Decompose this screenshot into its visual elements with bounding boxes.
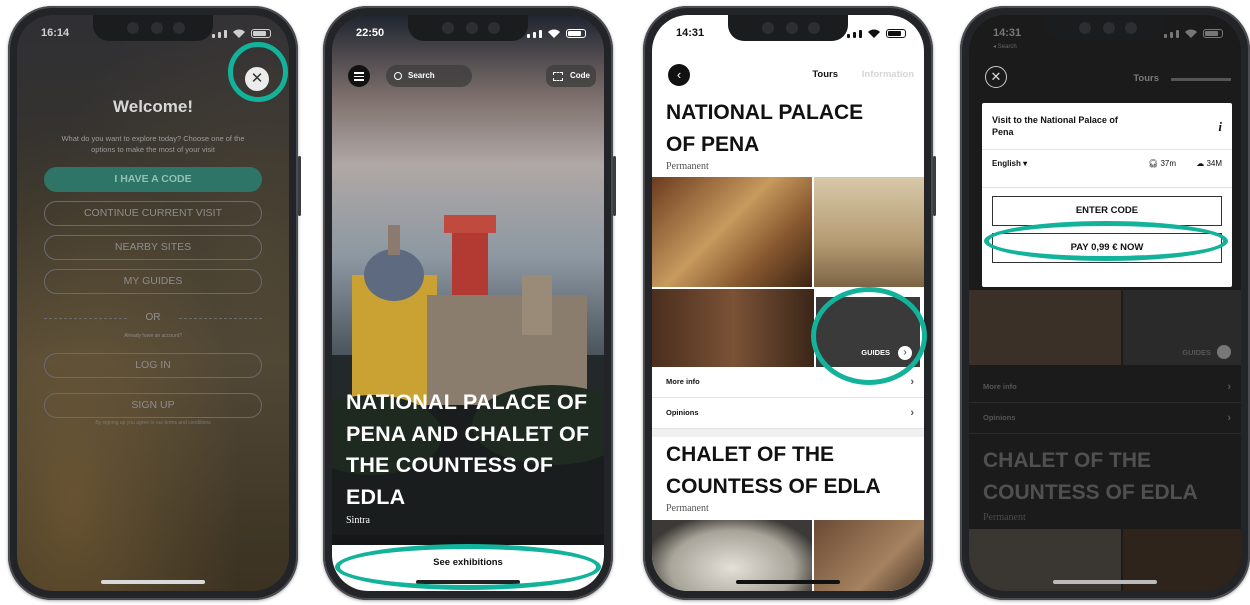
more-info-label: More info — [666, 377, 700, 386]
my-guides-button[interactable]: MY GUIDES — [44, 269, 262, 294]
opinions-row: Opinions › — [969, 403, 1241, 434]
status-time: 14:31 — [993, 27, 1022, 39]
phone-site: 22:50 Search Code NATIONAL PALACE OF PEN… — [323, 6, 616, 600]
signup-button[interactable]: SIGN UP — [44, 393, 262, 418]
exhibit-title-pena: NATIONAL PALACE OF PENA — [666, 101, 864, 156]
scan-icon — [553, 72, 563, 81]
dimmed-photo — [969, 290, 1121, 365]
photo-corridor — [814, 177, 924, 287]
duration-value: 37m — [1160, 159, 1176, 168]
photo-kitchen — [652, 177, 812, 287]
tab-information[interactable]: Information — [862, 69, 914, 80]
phone-welcome: 16:14 ✕ Welcome! What do you want to exp… — [8, 6, 301, 600]
home-indicator — [736, 580, 840, 584]
status-time: 16:14 — [41, 27, 70, 39]
continue-visit-button[interactable]: CONTINUE CURRENT VISIT — [44, 201, 262, 226]
i-have-a-code-button[interactable]: I HAVE A CODE — [44, 167, 262, 192]
tab-tours[interactable]: Tours — [1133, 73, 1159, 84]
login-button[interactable]: LOG IN — [44, 353, 262, 378]
language-select[interactable]: English ▾ — [992, 159, 1027, 168]
menu-icon[interactable] — [348, 65, 370, 87]
more-info-row: More info › — [969, 372, 1241, 403]
home-indicator — [101, 580, 205, 584]
search-label: Search — [408, 71, 435, 80]
account-prompt: Already have an account? — [124, 333, 182, 339]
welcome-screen: 16:14 ✕ Welcome! What do you want to exp… — [17, 15, 289, 591]
search-button[interactable]: Search — [386, 65, 472, 87]
opinions-label: Opinions — [983, 413, 1016, 422]
opinions-label: Opinions — [666, 408, 699, 417]
highlight-ring — [335, 544, 601, 590]
tab-indicator — [1171, 78, 1231, 81]
language-value: English — [992, 159, 1021, 168]
exhibit-title-chalet: CHALET OF THE COUNTESS OF EDLA — [666, 443, 881, 498]
opinions-row[interactable]: Opinions › — [652, 398, 924, 429]
chevron-right-icon: › — [910, 407, 914, 419]
site-screen: 22:50 Search Code NATIONAL PALACE OF PEN… — [332, 15, 604, 591]
headphones-icon: 🎧︎ — [1148, 159, 1159, 168]
notch — [1045, 15, 1165, 41]
chevron-right-icon — [1217, 345, 1231, 359]
phone-guide-purchase: 14:31 ◂ Search ✕ Tours Visit to the Nati… — [960, 6, 1250, 600]
section-divider — [652, 429, 924, 437]
site-location: Sintra — [346, 515, 370, 526]
back-to-search[interactable]: ◂ Search — [993, 43, 1017, 50]
visit-name: Visit to the National Palace of Pena — [992, 115, 1118, 137]
size-value: 34M — [1206, 159, 1222, 168]
download-size: ☁︎ 34M — [1196, 159, 1222, 168]
code-label: Code — [570, 71, 590, 80]
highlight-ring — [984, 221, 1228, 261]
chevron-right-icon: › — [1227, 381, 1231, 393]
status-time: 14:31 — [676, 27, 705, 39]
exhibit-type: Permanent — [666, 503, 709, 514]
photo-room — [652, 289, 814, 367]
exhibit-type: Permanent — [983, 512, 1026, 523]
close-icon[interactable]: ✕ — [985, 66, 1007, 88]
search-icon — [394, 72, 402, 80]
exhibit-type: Permanent — [666, 161, 709, 172]
code-scan-button[interactable]: Code — [546, 65, 596, 87]
highlight-ring — [811, 287, 927, 385]
site-title: NATIONAL PALACE OF PENA AND CHALET OF TH… — [346, 390, 590, 509]
chevron-down-icon: ▾ — [1023, 159, 1028, 168]
more-info-label: More info — [983, 382, 1017, 391]
cloud-download-icon: ☁︎ — [1196, 159, 1205, 168]
tab-tours[interactable]: Tours — [812, 69, 838, 80]
highlight-ring — [228, 42, 288, 102]
terms-text: By signing up you agree to our terms and… — [95, 420, 211, 426]
audio-duration: 🎧︎ 37m — [1148, 159, 1176, 168]
chevron-right-icon: › — [1227, 412, 1231, 424]
back-icon[interactable]: ‹ — [668, 64, 690, 86]
or-divider: OR — [44, 312, 263, 323]
welcome-subtitle: What do you want to explore today? Choos… — [61, 134, 245, 154]
home-indicator — [1053, 580, 1157, 584]
guide-purchase-screen: 14:31 ◂ Search ✕ Tours Visit to the Nati… — [969, 15, 1241, 591]
phone-exhibitions: 14:31 ‹ Tours Information NATIONAL PALAC… — [643, 6, 936, 600]
guides-label: GUIDES — [1182, 348, 1211, 357]
notch — [93, 15, 213, 41]
chevron-right-icon: › — [910, 376, 914, 388]
status-time: 22:50 — [356, 27, 385, 39]
notch — [728, 15, 848, 41]
nearby-sites-button[interactable]: NEARBY SITES — [44, 235, 262, 260]
notch — [408, 15, 528, 41]
exhibit-title-chalet: CHALET OF THE COUNTESS OF EDLA — [983, 449, 1198, 504]
info-icon[interactable]: i — [1218, 119, 1222, 135]
